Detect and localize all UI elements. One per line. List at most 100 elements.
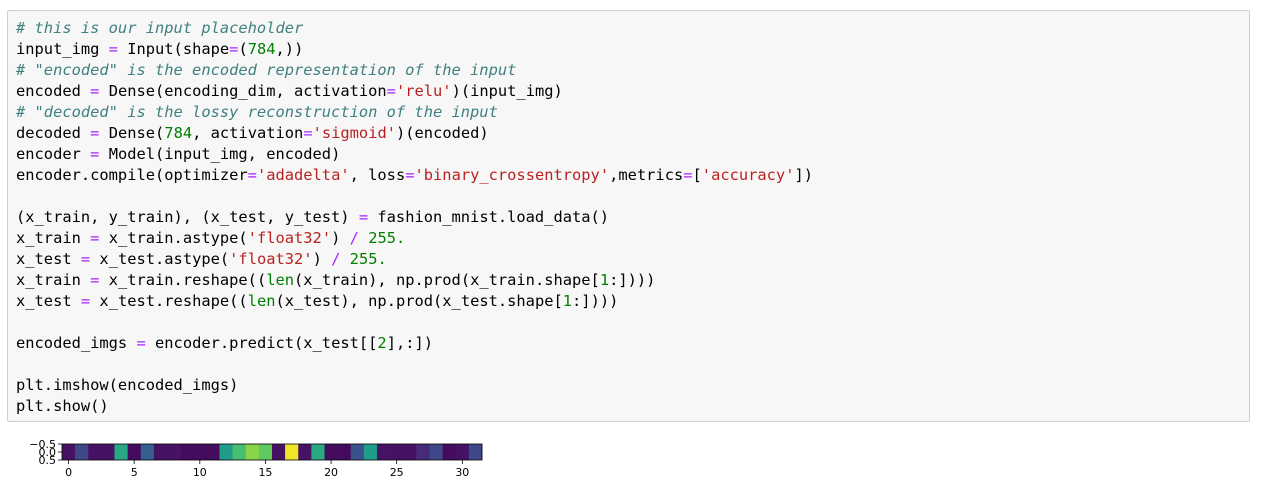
heatmap-cell <box>140 444 155 460</box>
code-line: x_train = x_train.astype('float32') / 25… <box>16 228 813 249</box>
code-token: encoder <box>16 145 91 163</box>
code-token: # "encoded" is the encoded representatio… <box>16 61 517 79</box>
code-line: encoded = Dense(encoding_dim, activation… <box>16 81 813 102</box>
code-line: plt.imshow(encoded_imgs) <box>16 375 813 396</box>
heatmap-chart: 0 5 10 15 20 25 30−0.50.00.5 <box>29 438 483 479</box>
heatmap-cell <box>206 444 220 460</box>
code-token: 255. <box>349 250 387 268</box>
code-line: (x_train, y_train), (x_test, y_test) = f… <box>16 207 813 228</box>
code-token: decoded <box>16 124 91 142</box>
heatmap-cell <box>285 444 299 460</box>
code-line: x_test = x_test.astype('float32') / 255. <box>16 249 813 270</box>
code-token: 2 <box>377 334 387 352</box>
code-token: x_train.astype( <box>99 229 248 247</box>
code-token: 'float32' <box>247 229 332 247</box>
code-token: (x_train, y_train), (x_test, y_test) <box>16 208 359 226</box>
code-token: x_test.astype( <box>90 250 230 268</box>
code-token: encoder.predict(x_test[[ <box>145 334 378 352</box>
code-token: 1 <box>599 271 610 289</box>
code-token: encoder.compile(optimizer <box>16 166 248 184</box>
code-token: len <box>247 292 276 310</box>
code-token: x_test <box>16 292 81 310</box>
heatmap-cell <box>390 444 404 460</box>
code-line: input_img = Input(shape=(784,)) <box>16 39 813 60</box>
code-token: , loss <box>349 166 406 184</box>
code-token: ( <box>238 40 248 58</box>
code-token: = <box>80 292 91 310</box>
code-token: :]))) <box>609 271 656 289</box>
code-token: 'adadelta' <box>256 166 350 184</box>
code-line: encoded_imgs = encoder.predict(x_test[[2… <box>16 333 813 354</box>
code-editor[interactable]: # this is our input placeholder input_img… <box>16 18 813 417</box>
code-token: = <box>80 250 91 268</box>
code-token: # "decoded" is the lossy reconstruction … <box>16 103 498 121</box>
code-token: = <box>247 166 257 184</box>
heatmap-cell <box>153 444 168 460</box>
heatmap-cell <box>114 444 128 460</box>
code-line: encoder.compile(optimizer='adadelta', lo… <box>16 165 813 186</box>
heatmap-cell <box>363 444 378 460</box>
code-token: plt.imshow(encoded_imgs) <box>16 376 239 394</box>
code-token: ) <box>331 229 350 247</box>
heatmap-cell <box>403 444 417 460</box>
code-token: input_img <box>16 40 109 58</box>
code-line: encoder = Model(input_img, encoded) <box>16 144 813 165</box>
code-token: 'binary_crossentropy' <box>414 166 610 184</box>
code-token: )(encoded) <box>396 124 489 142</box>
heatmap-cell <box>442 444 457 460</box>
y-tick-label: 0.5 <box>39 454 57 467</box>
code-token: = <box>405 166 415 184</box>
code-token: 'sigmoid' <box>312 124 396 142</box>
code-token: = <box>358 208 369 226</box>
code-token: 'accuracy' <box>701 166 795 184</box>
code-token: = <box>683 166 693 184</box>
x-tick-label: 30 <box>455 466 469 479</box>
heatmap-cell <box>75 444 89 460</box>
heatmap-cell <box>468 444 483 460</box>
code-token: 'relu' <box>395 82 452 100</box>
code-token: )(input_img) <box>451 82 563 100</box>
code-token: fashion_mnist.load_data() <box>368 208 610 226</box>
heatmap-cell <box>377 444 391 460</box>
code-token: = <box>136 334 146 352</box>
x-tick-label: 20 <box>324 466 338 479</box>
heatmap-cell <box>337 444 352 460</box>
heatmap-cell <box>298 444 312 460</box>
heatmap-cell <box>101 444 115 460</box>
code-token: / <box>349 229 359 247</box>
code-line: decoded = Dense(784, activation='sigmoid… <box>16 123 813 144</box>
heatmap-cell <box>258 444 273 460</box>
code-token: x_test.reshape(( <box>90 292 248 310</box>
code-token: plt.show() <box>16 397 109 415</box>
code-token: Dense(encoding_dim, activation <box>99 82 387 100</box>
heatmap-cell <box>245 444 260 460</box>
x-tick-label: 15 <box>258 466 272 479</box>
code-token: x_train.reshape(( <box>99 271 267 289</box>
code-token: x_train <box>16 229 91 247</box>
heatmap-cell <box>429 444 443 460</box>
output-area: 0 5 10 15 20 25 30 −0.5 0.0 0.5 <box>0 430 520 502</box>
code-token: 'float32' <box>229 250 313 268</box>
code-token: = <box>108 40 118 58</box>
x-tick-label: 0 <box>65 466 72 479</box>
code-token: ],:]) <box>386 334 434 352</box>
heatmap-cell <box>180 444 194 460</box>
heatmap-cell <box>272 444 286 460</box>
code-token: = <box>386 82 396 100</box>
x-tick-label: 10 <box>193 466 207 479</box>
code-token: encoded <box>16 82 91 100</box>
code-token: 1 <box>562 292 573 310</box>
heatmap-cell <box>88 444 102 460</box>
code-cell[interactable]: # this is our input placeholder input_img… <box>7 10 1250 422</box>
code-token: / <box>331 250 341 268</box>
code-token: # this is our input placeholder <box>16 19 304 37</box>
code-line: # this is our input placeholder <box>16 18 813 39</box>
code-token: Dense( <box>99 124 165 142</box>
code-token: ) <box>312 250 332 268</box>
x-tick-label: 25 <box>390 466 404 479</box>
heatmap-cell <box>350 444 365 460</box>
